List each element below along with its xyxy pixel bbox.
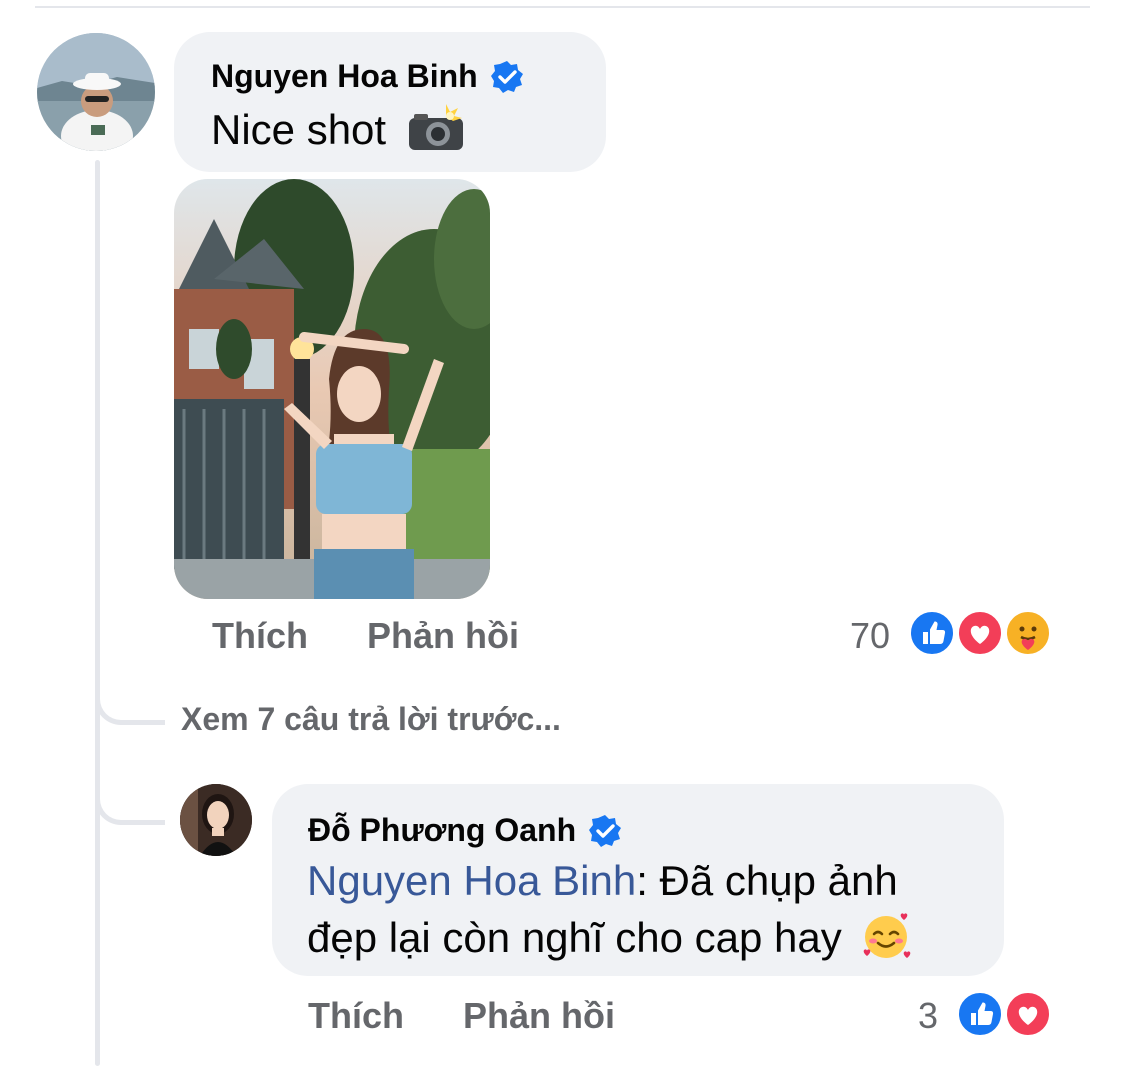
reply-bubble: Đỗ Phương Oanh Nguyen Hoa Binh: Đã chụp …	[272, 784, 1004, 976]
thread-line	[95, 160, 100, 1066]
mention-link[interactable]: Nguyen Hoa Binh	[307, 857, 636, 904]
like-reaction-icon[interactable]	[908, 609, 956, 657]
verified-badge-icon	[589, 814, 622, 847]
love-reaction-icon[interactable]	[1004, 990, 1052, 1038]
smiling-face-with-hearts-emoji-icon	[864, 913, 911, 958]
reply-button[interactable]: Phản hồi	[367, 615, 519, 657]
like-button[interactable]: Thích	[308, 995, 404, 1037]
view-previous-replies-link[interactable]: Xem 7 câu trả lời trước...	[181, 701, 561, 738]
comment-photo[interactable]	[174, 179, 490, 599]
reply-button[interactable]: Phản hồi	[463, 995, 615, 1037]
top-divider	[35, 6, 1090, 8]
verified-badge-icon	[490, 60, 523, 93]
reply-author[interactable]: Đỗ Phương Oanh	[308, 812, 622, 849]
thread-branch	[95, 770, 165, 825]
comment-text: Nice shot	[211, 102, 466, 157]
author-name[interactable]: Nguyen Hoa Binh	[211, 58, 478, 95]
avatar[interactable]	[37, 33, 155, 151]
thread-branch	[95, 670, 165, 725]
like-reaction-icon[interactable]	[956, 990, 1004, 1038]
reaction-count[interactable]: 70	[850, 615, 890, 657]
author-name[interactable]: Đỗ Phương Oanh	[308, 812, 576, 849]
comment-bubble: Nguyen Hoa Binh Nice shot	[174, 32, 606, 172]
reaction-count[interactable]: 3	[918, 995, 938, 1037]
like-button[interactable]: Thích	[212, 615, 308, 657]
comment-author[interactable]: Nguyen Hoa Binh	[211, 58, 524, 95]
care-reaction-icon[interactable]	[1004, 609, 1052, 657]
camera-flash-emoji-icon	[408, 104, 463, 150]
avatar[interactable]	[180, 784, 252, 856]
love-reaction-icon[interactable]	[956, 609, 1004, 657]
reply-text: Nguyen Hoa Binh: Đã chụp ảnh đẹp lại còn…	[307, 854, 913, 965]
